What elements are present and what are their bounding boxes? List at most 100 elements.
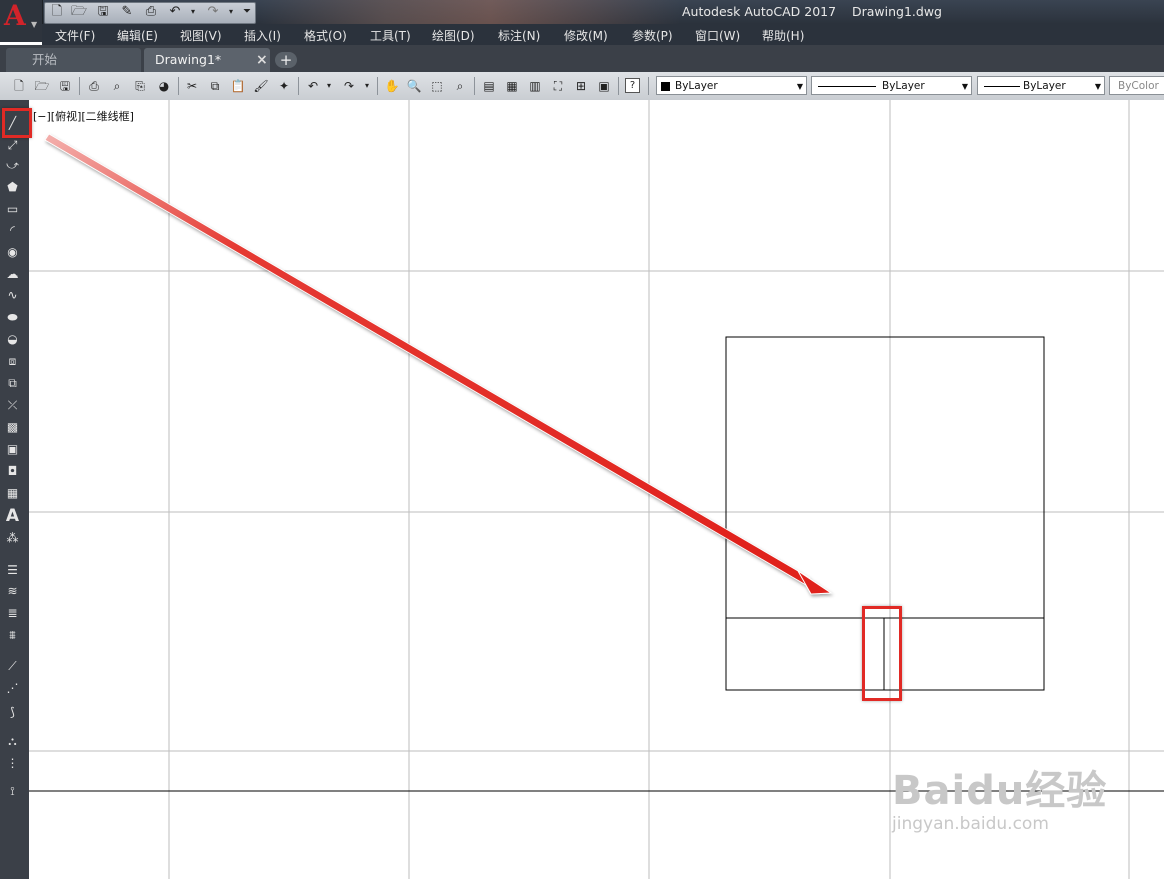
linetype-value: ByLayer [882,80,925,92]
color-dropdown[interactable]: ByLayer ▼ [656,76,807,95]
dimension-arc-icon[interactable]: ⟆ [4,704,21,721]
menu-file[interactable]: 文件(F) [55,27,95,44]
tool-palettes-icon[interactable]: ▥ [527,78,543,94]
menu-draw[interactable]: 绘图(D) [432,27,475,44]
menu-window[interactable]: 窗口(W) [695,27,740,44]
layer-isolate-icon[interactable]: ⩩ [4,627,21,644]
save-icon[interactable]: 🖫 [95,4,111,20]
block-editor-icon[interactable]: ✦ [276,78,292,94]
redo-dropdown-icon[interactable]: ▾ [359,78,375,94]
menu-edit[interactable]: 编辑(E) [117,27,158,44]
watermark-logo: Baidu经验 [892,768,1108,814]
tab-drawing1[interactable]: Drawing1* × [144,48,270,72]
open-icon[interactable]: 🗁 [34,78,50,94]
open-file-icon[interactable]: 🗁 [71,4,87,20]
new-file-icon[interactable]: 🗋 [49,4,65,20]
quick-access-toolbar: 🗋 🗁 🖫 ✎ ⎙ ↶ ▾ ↷ ▾ ⏷ [44,2,256,24]
undo-icon[interactable]: ↶ [167,4,183,20]
tab-start-label: 开始 [32,52,58,67]
application-menu-button[interactable]: A ▼ [0,0,43,42]
match-properties-icon[interactable]: 🖌 [253,78,269,94]
markup-icon[interactable]: ⊞ [573,78,589,94]
linetype-dropdown[interactable]: ByLayer ▼ [811,76,972,95]
menu-help[interactable]: 帮助(H) [762,27,804,44]
insert-block-icon[interactable]: ⧈ [4,353,21,370]
arc-icon[interactable]: ◜ [4,222,21,239]
toolbar-separator [298,77,299,95]
design-center-icon[interactable]: ▦ [504,78,520,94]
redo-icon[interactable]: ↷ [341,78,357,94]
dimensional-constraint-icon[interactable]: ⋮ [4,755,21,772]
tab-start[interactable]: 开始 [6,48,141,72]
ellipse-arc-icon[interactable]: ◒ [4,331,21,348]
sheet-set-icon[interactable]: ⛶ [550,78,566,94]
help-icon[interactable]: ? [625,78,640,93]
layer-state-icon[interactable]: ≋ [4,583,21,600]
geometric-constraint-icon[interactable]: ⛬ [4,733,21,750]
redo-dropdown-icon[interactable]: ▾ [223,4,239,20]
hatch-icon[interactable]: ▩ [4,419,21,436]
spline-icon[interactable]: ∿ [4,287,21,304]
publish-icon[interactable]: ⎘ [132,78,148,94]
layer-previous-icon[interactable]: ≣ [4,605,21,622]
add-selected-icon[interactable]: ⁂ [4,530,21,547]
zoom-window-icon[interactable]: ⬚ [429,78,445,94]
menu-tools[interactable]: 工具(T) [370,27,411,44]
toolbar-separator [648,77,649,95]
parametric-manager-icon[interactable]: ⟟ [4,783,21,800]
menu-modify[interactable]: 修改(M) [564,27,608,44]
make-block-icon[interactable]: ⧉ [4,375,21,392]
toolbar-separator [79,77,80,95]
new-icon[interactable]: 🗋 [11,78,27,94]
multiline-text-icon[interactable]: A [4,508,21,525]
polygon-icon[interactable]: ⬟ [4,179,21,196]
zoom-realtime-icon[interactable]: 🔍 [406,78,422,94]
draw-toolbar: ╱ ⤢ ⤻ ⬟ ▭ ◜ ◉ ☁ ∿ ⬬ ◒ ⧈ ⧉ ⤫ ▩ ▣ ◘ ▦ A ⁂ … [0,100,29,879]
undo-icon[interactable]: ↶ [305,78,321,94]
3d-dwf-icon[interactable]: ◕ [156,78,172,94]
menu-insert[interactable]: 插入(I) [244,27,281,44]
table-icon[interactable]: ▦ [4,485,21,502]
menu-parametric[interactable]: 参数(P) [632,27,673,44]
copy-icon[interactable]: ⧉ [207,78,223,94]
cut-icon[interactable]: ✂ [184,78,200,94]
point-icon[interactable]: ⤫ [4,397,21,414]
ellipse-icon[interactable]: ⬬ [4,309,21,326]
properties-icon[interactable]: ▤ [481,78,497,94]
new-tab-button[interactable]: + [275,52,297,68]
plot-icon[interactable]: ⎙ [86,78,102,94]
close-icon[interactable]: × [256,48,268,72]
rectangle-icon[interactable]: ▭ [4,201,21,218]
customize-qat-icon[interactable]: ⏷ [239,4,255,20]
menu-format[interactable]: 格式(O) [304,27,347,44]
lineweight-dropdown[interactable]: ByLayer ▼ [977,76,1105,95]
undo-dropdown-icon[interactable]: ▾ [185,4,201,20]
plotstyle-dropdown[interactable]: ByColor [1109,76,1164,95]
pan-icon[interactable]: ✋ [384,78,400,94]
construction-line-icon[interactable]: ⤢ [4,137,21,154]
layer-tool-icon[interactable]: ☰ [4,562,21,579]
plot-preview-icon[interactable]: ⌕ [109,78,125,94]
menu-view[interactable]: 视图(V) [180,27,222,44]
calculator-icon[interactable]: ▣ [596,78,612,94]
plot-icon[interactable]: ⎙ [143,4,159,20]
viewport-controls-label[interactable]: [−][俯视][二维线框] [33,108,134,124]
redo-icon[interactable]: ↷ [205,4,221,20]
gradient-icon[interactable]: ▣ [4,441,21,458]
menu-dimension[interactable]: 标注(N) [498,27,540,44]
dimension-linear-icon[interactable]: ⟋ [4,658,21,675]
save-as-icon[interactable]: ✎ [119,4,135,20]
paste-icon[interactable]: 📋 [230,78,246,94]
dimension-aligned-icon[interactable]: ⋰ [4,680,21,697]
polyline-icon[interactable]: ⤻ [4,157,21,174]
region-icon[interactable]: ◘ [4,463,21,480]
circle-icon[interactable]: ◉ [4,244,21,261]
toolbar-separator [377,77,378,95]
menu-bar: 文件(F) 编辑(E) 视图(V) 插入(I) 格式(O) 工具(T) 绘图(D… [42,24,1164,45]
color-value: ByLayer [675,80,718,92]
revision-cloud-icon[interactable]: ☁ [4,266,21,283]
toolbar-separator [474,77,475,95]
zoom-previous-icon[interactable]: ⌕ [452,78,468,94]
save-icon[interactable]: 🖫 [57,78,73,94]
undo-dropdown-icon[interactable]: ▾ [321,78,337,94]
